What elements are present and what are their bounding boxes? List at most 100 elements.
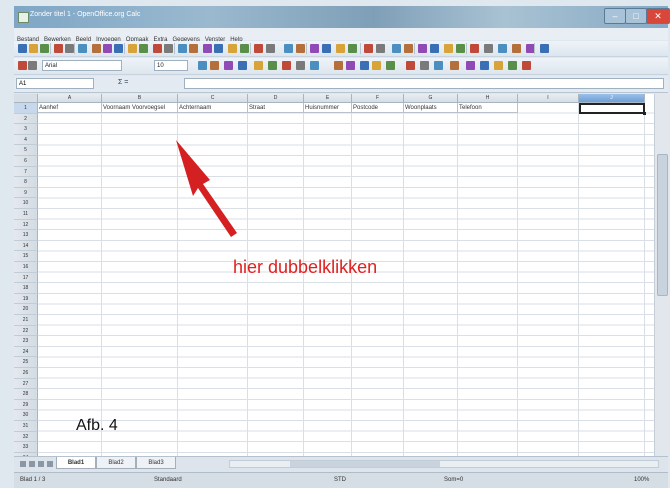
format-icon[interactable] bbox=[360, 61, 369, 70]
toolbar-icon[interactable] bbox=[376, 44, 385, 53]
active-cell[interactable] bbox=[579, 103, 645, 114]
toolbar-icon[interactable] bbox=[18, 44, 27, 53]
format-icon[interactable] bbox=[268, 61, 277, 70]
format-icon[interactable] bbox=[198, 61, 207, 70]
row-header[interactable]: 33 bbox=[14, 442, 38, 453]
prev-sheet-icon[interactable] bbox=[29, 461, 35, 467]
format-icon[interactable] bbox=[210, 61, 219, 70]
format-icon[interactable] bbox=[18, 61, 27, 70]
format-icon[interactable] bbox=[310, 61, 319, 70]
format-icon[interactable] bbox=[450, 61, 459, 70]
toolbar-icon[interactable] bbox=[418, 44, 427, 53]
row-header[interactable]: 4 bbox=[14, 134, 38, 146]
header-cell[interactable]: Huisnummer bbox=[304, 103, 352, 113]
column-header-j[interactable]: J bbox=[579, 94, 645, 103]
header-cell[interactable]: Voornaam Voorvoegsel bbox=[102, 103, 178, 113]
toolbar-icon[interactable] bbox=[348, 44, 357, 53]
toolbar-icon[interactable] bbox=[484, 44, 493, 53]
name-box[interactable]: A1 bbox=[16, 78, 94, 89]
toolbar-icon[interactable] bbox=[392, 44, 401, 53]
toolbar-icon[interactable] bbox=[40, 44, 49, 53]
close-button[interactable]: ✕ bbox=[646, 8, 670, 24]
format-icon[interactable] bbox=[386, 61, 395, 70]
format-icon[interactable] bbox=[522, 61, 531, 70]
header-cell[interactable]: Woonplaats bbox=[404, 103, 458, 113]
column-header-b[interactable]: B bbox=[102, 94, 178, 103]
cell-grid[interactable]: Aanhef Voornaam Voorvoegsel Achternaam Stra… bbox=[38, 103, 654, 456]
first-sheet-icon[interactable] bbox=[20, 461, 26, 467]
format-icon[interactable] bbox=[224, 61, 233, 70]
font-size-select[interactable]: 10 bbox=[154, 60, 188, 71]
format-icon[interactable] bbox=[434, 61, 443, 70]
row-header[interactable]: 23 bbox=[14, 336, 38, 347]
last-sheet-icon[interactable] bbox=[47, 461, 53, 467]
row-header[interactable]: 26 bbox=[14, 368, 38, 379]
formula-input[interactable] bbox=[184, 78, 664, 89]
toolbar-icon[interactable] bbox=[470, 44, 479, 53]
column-header-c[interactable]: C bbox=[178, 94, 248, 103]
row-header[interactable]: 11 bbox=[14, 209, 38, 220]
row-header[interactable]: 3 bbox=[14, 124, 38, 135]
format-icon[interactable] bbox=[420, 61, 429, 70]
toolbar-icon[interactable] bbox=[78, 44, 87, 53]
header-cell[interactable]: Telefoon bbox=[458, 103, 518, 113]
vertical-scrollbar[interactable] bbox=[654, 94, 669, 456]
column-header-i[interactable]: I bbox=[518, 94, 579, 103]
toolbar-icon[interactable] bbox=[240, 44, 249, 53]
format-icon[interactable] bbox=[282, 61, 291, 70]
toolbar-icon[interactable] bbox=[336, 44, 345, 53]
row-header[interactable]: 5 bbox=[14, 145, 38, 156]
toolbar-icon[interactable] bbox=[296, 44, 305, 53]
toolbar-icon[interactable] bbox=[284, 44, 293, 53]
header-cell[interactable]: Straat bbox=[248, 103, 304, 113]
function-icons[interactable]: Σ = bbox=[118, 79, 128, 86]
row-header[interactable]: 27 bbox=[14, 378, 38, 390]
row-header[interactable]: 1 bbox=[14, 103, 38, 114]
sheet-tab[interactable]: Blad1 bbox=[56, 457, 96, 469]
row-header[interactable]: 32 bbox=[14, 431, 38, 443]
next-sheet-icon[interactable] bbox=[38, 461, 44, 467]
row-header[interactable]: 24 bbox=[14, 346, 38, 358]
font-name-select[interactable]: Arial bbox=[42, 60, 122, 71]
toolbar-icon[interactable] bbox=[54, 44, 63, 53]
format-icon[interactable] bbox=[28, 61, 37, 70]
row-header[interactable]: 7 bbox=[14, 166, 38, 178]
maximize-button[interactable]: □ bbox=[625, 8, 647, 24]
format-icon[interactable] bbox=[346, 61, 355, 70]
row-header[interactable]: 14 bbox=[14, 240, 38, 252]
sheet-tab[interactable]: Blad2 bbox=[96, 457, 136, 469]
toolbar-icon[interactable] bbox=[178, 44, 187, 53]
toolbar-icon[interactable] bbox=[203, 44, 212, 53]
format-icon[interactable] bbox=[254, 61, 263, 70]
toolbar-icon[interactable] bbox=[254, 44, 263, 53]
row-header[interactable]: 21 bbox=[14, 315, 38, 326]
header-cell[interactable]: Postcode bbox=[352, 103, 404, 113]
toolbar-icon[interactable] bbox=[512, 44, 521, 53]
toolbar-icon[interactable] bbox=[103, 44, 112, 53]
column-header-h[interactable]: H bbox=[458, 94, 518, 103]
row-header[interactable]: 15 bbox=[14, 251, 38, 262]
row-header[interactable]: 17 bbox=[14, 272, 38, 284]
column-header-e[interactable]: E bbox=[304, 94, 352, 103]
row-header[interactable]: 9 bbox=[14, 187, 38, 199]
toolbar-icon[interactable] bbox=[364, 44, 373, 53]
row-header[interactable]: 25 bbox=[14, 357, 38, 368]
toolbar-icon[interactable] bbox=[92, 44, 101, 53]
row-header[interactable]: 10 bbox=[14, 198, 38, 209]
row-header[interactable]: 20 bbox=[14, 304, 38, 315]
header-cell[interactable]: Aanhef bbox=[38, 103, 102, 113]
toolbar-icon[interactable] bbox=[189, 44, 198, 53]
fill-handle[interactable] bbox=[643, 112, 646, 115]
row-header[interactable]: 19 bbox=[14, 293, 38, 305]
format-icon[interactable] bbox=[480, 61, 489, 70]
format-icon[interactable] bbox=[296, 61, 305, 70]
format-icon[interactable] bbox=[508, 61, 517, 70]
minimize-button[interactable]: – bbox=[604, 8, 626, 24]
toolbar-icon[interactable] bbox=[228, 44, 237, 53]
format-icon[interactable] bbox=[334, 61, 343, 70]
row-header[interactable]: 2 bbox=[14, 113, 38, 125]
column-header-g[interactable]: G bbox=[404, 94, 458, 103]
toolbar-icon[interactable] bbox=[153, 44, 162, 53]
toolbar-icon[interactable] bbox=[114, 44, 123, 53]
toolbar-icon[interactable] bbox=[266, 44, 275, 53]
